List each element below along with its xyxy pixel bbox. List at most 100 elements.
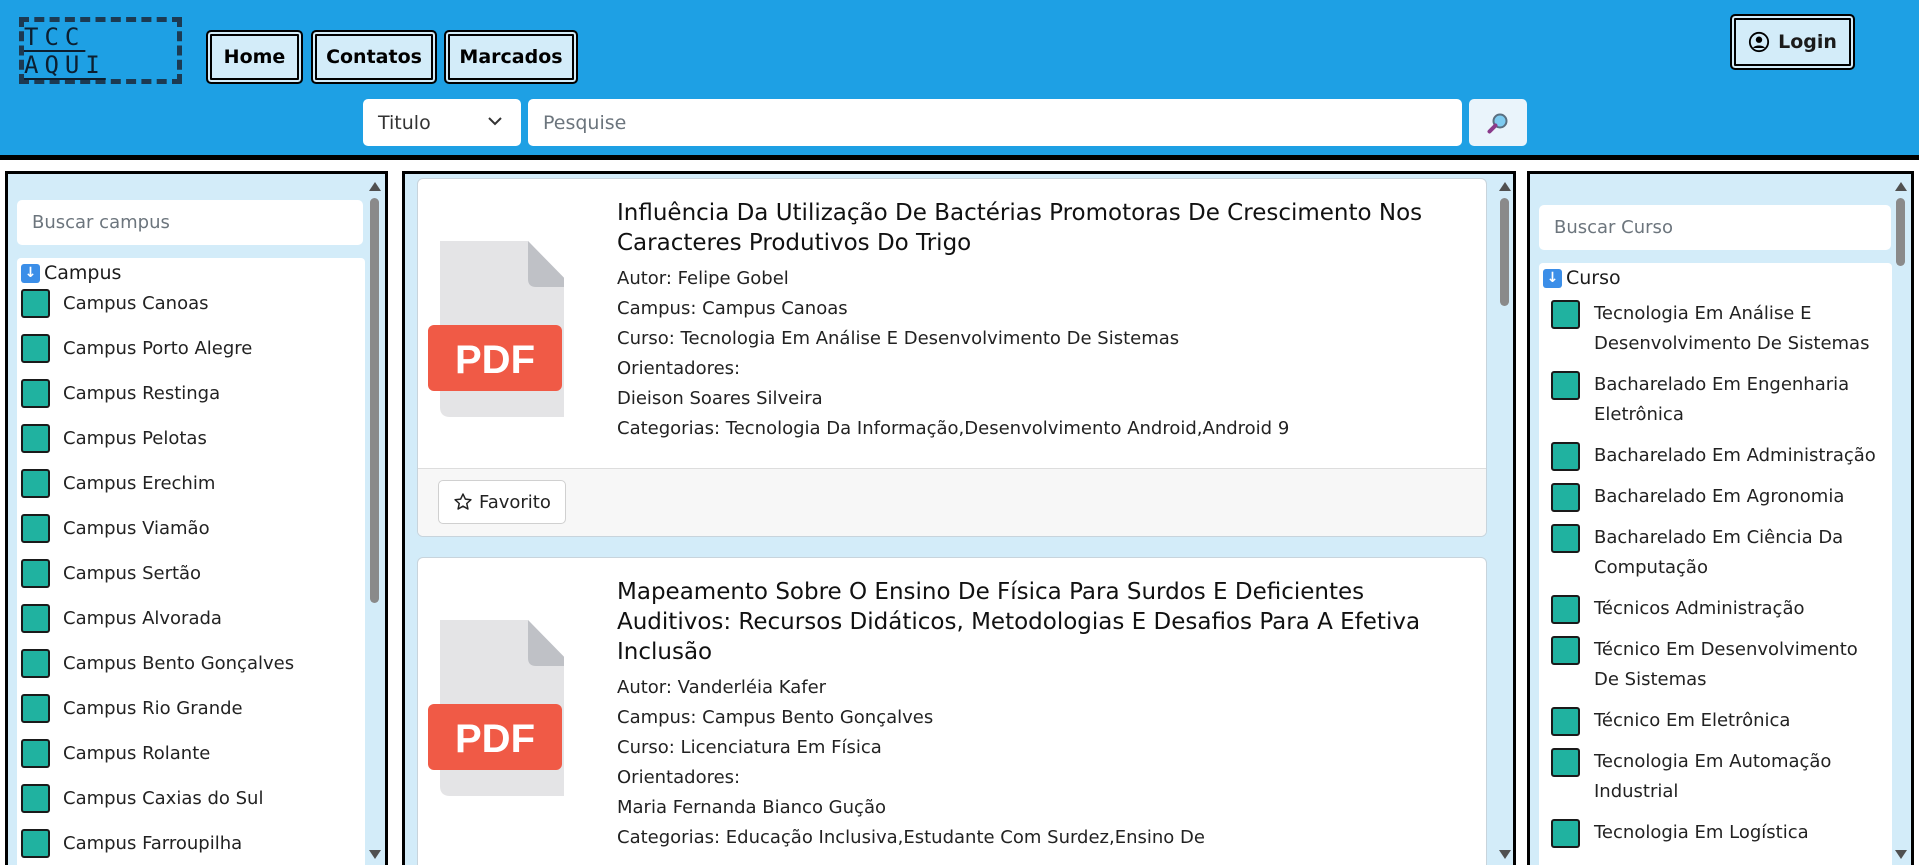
scroll-up-icon[interactable]: [368, 182, 381, 191]
campus-checkbox[interactable]: [21, 649, 50, 678]
campus-checkbox[interactable]: [21, 739, 50, 768]
campus-option[interactable]: Campus Alvorada: [17, 596, 365, 641]
nav-home-button[interactable]: Home: [206, 30, 303, 84]
campus-option[interactable]: Campus Restinga: [17, 371, 365, 416]
scroll-thumb[interactable]: [370, 198, 379, 603]
search-icon: [1487, 113, 1508, 133]
result-orientadores: Maria Fernanda Bianco Gução: [617, 797, 886, 818]
search-button[interactable]: [1469, 99, 1527, 146]
campus-option[interactable]: Campus Rolante: [17, 731, 365, 776]
curso-option-label: Bacharelado Em Administração: [1594, 445, 1876, 466]
campus-option-label: Campus Bento Gonçalves: [63, 653, 295, 674]
result-campus: Campus: Campus Canoas: [617, 298, 848, 319]
curso-option[interactable]: Técnico Em Desenvolvimento De Sistemas: [1539, 629, 1892, 700]
curso-option-label: Tecnologia Em Análise E Desenvolvimento D…: [1594, 303, 1870, 354]
chevron-down-icon: [488, 117, 502, 126]
curso-scrollbar[interactable]: [1894, 178, 1907, 865]
result-curso: Curso: Licenciatura Em Física: [617, 737, 882, 758]
scroll-up-icon[interactable]: [1894, 182, 1907, 191]
curso-option[interactable]: Técnico Em Eletrônica: [1539, 700, 1892, 741]
curso-search-input[interactable]: [1539, 205, 1891, 250]
campus-option[interactable]: Campus Canoas: [17, 281, 365, 326]
search-type-value: Titulo: [378, 111, 431, 134]
search-type-select[interactable]: Titulo: [363, 99, 521, 146]
curso-filter-panel: ↓ Curso Tecnologia Em Análise EDesenvolv…: [1527, 171, 1914, 865]
curso-option[interactable]: Tecnologia Em Automação Industrial: [1539, 741, 1892, 812]
result-details: Influência Da Utilização De Bactérias Pr…: [617, 198, 1456, 444]
pdf-file-icon[interactable]: PDF: [428, 616, 564, 796]
campus-option[interactable]: Campus Caxias do Sul: [17, 776, 365, 821]
campus-checkbox[interactable]: [21, 334, 50, 363]
campus-checkbox[interactable]: [21, 379, 50, 408]
results-panel: PDF Influência Da Utilização De Bactéria…: [402, 171, 1516, 865]
campus-scrollbar[interactable]: [368, 178, 381, 865]
campus-checkbox[interactable]: [21, 289, 50, 318]
search-input[interactable]: [528, 99, 1462, 146]
result-title[interactable]: Mapeamento Sobre O Ensino De Física Para…: [617, 577, 1456, 667]
curso-option-label: Técnico Em Eletrônica: [1594, 710, 1791, 731]
scroll-up-icon[interactable]: [1498, 182, 1511, 191]
arrow-down-icon: ↓: [1543, 268, 1562, 288]
pdf-label: PDF: [455, 717, 535, 761]
scroll-thumb[interactable]: [1896, 198, 1905, 266]
campus-option-label: Campus Caxias do Sul: [63, 788, 264, 809]
result-autor: Autor: Vanderléia Kafer: [617, 677, 827, 698]
campus-option[interactable]: Campus Viamão: [17, 506, 365, 551]
campus-checkbox[interactable]: [21, 604, 50, 633]
result-title[interactable]: Influência Da Utilização De Bactérias Pr…: [617, 198, 1456, 258]
scroll-down-icon[interactable]: [368, 850, 381, 859]
campus-checkbox[interactable]: [21, 829, 50, 858]
curso-option[interactable]: Técnicos Administração: [1539, 588, 1892, 629]
favorite-label: Favorito: [479, 491, 551, 513]
campus-checkbox[interactable]: [21, 424, 50, 453]
campus-option[interactable]: Campus Rio Grande: [17, 686, 365, 731]
curso-checkbox[interactable]: [1551, 636, 1580, 665]
campus-option[interactable]: Campus Sertão: [17, 551, 365, 596]
curso-checkbox[interactable]: [1551, 371, 1580, 400]
curso-option[interactable]: Tecnologia Em Análise E Desenvolvimento D…: [1539, 293, 1892, 364]
curso-option[interactable]: Bacharelado Em Administração: [1539, 435, 1892, 476]
campus-option[interactable]: Campus Erechim: [17, 461, 365, 506]
curso-option-label: Técnicos Administração: [1594, 598, 1805, 619]
curso-checkbox[interactable]: [1551, 819, 1580, 848]
site-logo[interactable]: TCC AQUI: [19, 17, 182, 84]
campus-checkbox[interactable]: [21, 514, 50, 543]
card-footer: Favorito: [418, 468, 1486, 536]
campus-checkbox[interactable]: [21, 559, 50, 588]
scroll-down-icon[interactable]: [1498, 850, 1511, 859]
campus-search-input[interactable]: [17, 200, 363, 245]
campus-option[interactable]: Campus Bento Gonçalves: [17, 641, 365, 686]
campus-checkbox[interactable]: [21, 784, 50, 813]
campus-option-label: Campus Farroupilha: [63, 833, 243, 854]
curso-option[interactable]: Bacharelado Em Ciência Da Computação: [1539, 517, 1892, 588]
results-scrollbar[interactable]: [1498, 178, 1511, 865]
curso-option[interactable]: Bacharelado Em Agronomia: [1539, 476, 1892, 517]
curso-checkbox[interactable]: [1551, 300, 1580, 329]
curso-option[interactable]: Tecnologia Em Logística: [1539, 812, 1892, 853]
curso-option[interactable]: Bacharelado Em Engenharia Eletrônica: [1539, 364, 1892, 435]
result-card: PDF Influência Da Utilização De Bactéria…: [417, 178, 1487, 537]
curso-checkbox[interactable]: [1551, 483, 1580, 512]
curso-checkbox[interactable]: [1551, 748, 1580, 777]
curso-checkbox[interactable]: [1551, 442, 1580, 471]
top-header: TCC AQUI Home Contatos Marcados Login Ti…: [0, 0, 1919, 160]
curso-checkbox[interactable]: [1551, 524, 1580, 553]
login-label: Login: [1778, 31, 1837, 53]
curso-heading-label: Curso: [1566, 267, 1621, 289]
campus-option[interactable]: Campus Pelotas: [17, 416, 365, 461]
scroll-thumb[interactable]: [1500, 198, 1509, 306]
favorite-button[interactable]: Favorito: [438, 480, 566, 524]
campus-option-label: Campus Sertão: [63, 563, 202, 584]
nav-contatos-button[interactable]: Contatos: [311, 30, 437, 84]
curso-list: ↓ Curso Tecnologia Em Análise E Desenvolv…: [1539, 263, 1892, 865]
campus-checkbox[interactable]: [21, 694, 50, 723]
campus-option[interactable]: Campus Porto Alegre: [17, 326, 365, 371]
curso-checkbox[interactable]: [1551, 595, 1580, 624]
scroll-down-icon[interactable]: [1894, 850, 1907, 859]
campus-option[interactable]: Campus Farroupilha: [17, 821, 365, 865]
nav-marcados-button[interactable]: Marcados: [444, 30, 578, 84]
curso-checkbox[interactable]: [1551, 707, 1580, 736]
login-button[interactable]: Login: [1730, 14, 1855, 70]
campus-checkbox[interactable]: [21, 469, 50, 498]
pdf-file-icon[interactable]: PDF: [428, 237, 564, 417]
